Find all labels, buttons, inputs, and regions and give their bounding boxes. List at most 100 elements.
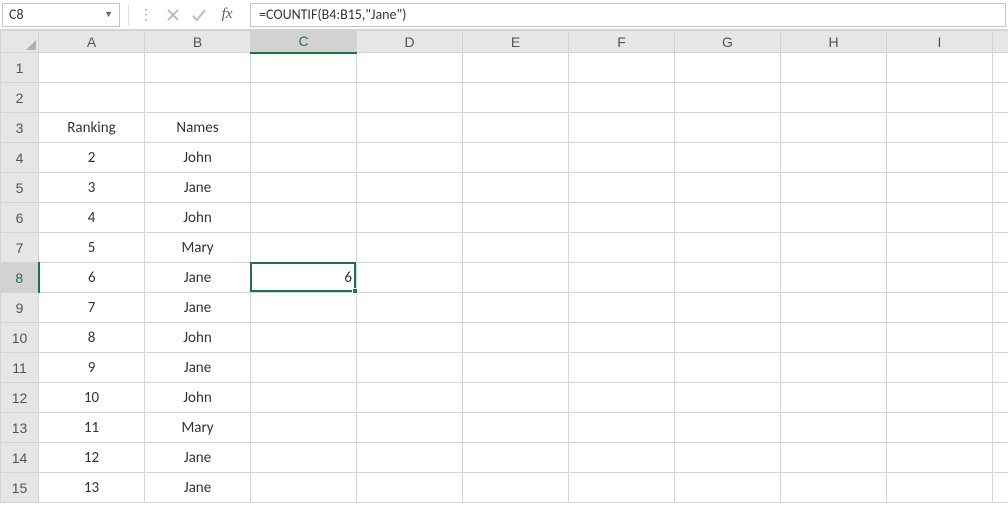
cell[interactable] <box>993 353 1008 383</box>
col-header-C[interactable]: C <box>251 31 357 53</box>
name-box[interactable]: C8 ▼ <box>2 3 120 27</box>
cell[interactable] <box>781 353 887 383</box>
cell[interactable] <box>569 473 675 503</box>
cancel-button[interactable] <box>160 3 186 27</box>
row-header[interactable]: 13 <box>1 413 39 443</box>
cell[interactable]: 2 <box>39 143 145 173</box>
cell[interactable]: 3 <box>39 173 145 203</box>
cell[interactable]: 7 <box>39 293 145 323</box>
cell[interactable] <box>675 473 781 503</box>
cell[interactable] <box>463 53 569 83</box>
cell[interactable] <box>675 413 781 443</box>
cell[interactable] <box>145 53 251 83</box>
cell[interactable] <box>781 413 887 443</box>
cell[interactable] <box>781 173 887 203</box>
cell[interactable] <box>781 143 887 173</box>
cell[interactable]: Mary <box>145 233 251 263</box>
cell[interactable] <box>675 203 781 233</box>
cell[interactable] <box>463 233 569 263</box>
cell[interactable]: Jane <box>145 173 251 203</box>
select-all-corner[interactable] <box>1 31 39 53</box>
cell[interactable] <box>251 353 357 383</box>
cell[interactable]: 12 <box>39 443 145 473</box>
insert-function-button[interactable]: fx <box>212 6 242 23</box>
cell[interactable] <box>357 53 463 83</box>
spreadsheet-grid[interactable]: A B C D E F G H I J 1 2 3RankingNames 42… <box>0 30 1008 503</box>
cell[interactable] <box>357 233 463 263</box>
cell[interactable] <box>251 293 357 323</box>
cell[interactable] <box>781 293 887 323</box>
col-header-B[interactable]: B <box>145 31 251 53</box>
row-header[interactable]: 9 <box>1 293 39 323</box>
cell[interactable]: Mary <box>145 413 251 443</box>
cell[interactable] <box>463 383 569 413</box>
cell[interactable] <box>781 473 887 503</box>
cell-C8[interactable]: 6 <box>251 263 357 293</box>
cell[interactable] <box>251 113 357 143</box>
cell[interactable]: John <box>145 143 251 173</box>
cell[interactable] <box>463 83 569 113</box>
row-header[interactable]: 12 <box>1 383 39 413</box>
cell[interactable] <box>569 413 675 443</box>
cell[interactable] <box>463 263 569 293</box>
cell[interactable] <box>887 113 993 143</box>
cell[interactable] <box>463 413 569 443</box>
enter-button[interactable] <box>186 3 212 27</box>
col-header-I[interactable]: I <box>887 31 993 53</box>
cell[interactable] <box>887 443 993 473</box>
cell[interactable] <box>569 143 675 173</box>
cell[interactable] <box>251 53 357 83</box>
cell[interactable] <box>675 83 781 113</box>
cell[interactable] <box>357 263 463 293</box>
cell[interactable] <box>569 173 675 203</box>
cell[interactable] <box>357 413 463 443</box>
drag-handle-icon[interactable]: ⋮ <box>133 6 160 23</box>
cell[interactable] <box>675 383 781 413</box>
cell[interactable]: John <box>145 383 251 413</box>
cell[interactable] <box>781 233 887 263</box>
cell[interactable] <box>39 53 145 83</box>
cell[interactable] <box>357 443 463 473</box>
cell[interactable]: 9 <box>39 353 145 383</box>
cell[interactable]: 10 <box>39 383 145 413</box>
cell[interactable] <box>357 203 463 233</box>
cell[interactable] <box>887 293 993 323</box>
cell[interactable] <box>251 143 357 173</box>
cell[interactable] <box>569 383 675 413</box>
col-header-H[interactable]: H <box>781 31 887 53</box>
cell[interactable] <box>675 53 781 83</box>
row-header[interactable]: 7 <box>1 233 39 263</box>
cell[interactable] <box>463 203 569 233</box>
cell[interactable] <box>993 413 1008 443</box>
cell[interactable] <box>887 263 993 293</box>
cell[interactable] <box>781 383 887 413</box>
cell[interactable] <box>463 473 569 503</box>
cell[interactable] <box>251 173 357 203</box>
cell[interactable] <box>251 473 357 503</box>
cell[interactable] <box>569 353 675 383</box>
cell[interactable]: John <box>145 323 251 353</box>
cell[interactable] <box>357 83 463 113</box>
cell[interactable] <box>251 203 357 233</box>
cell[interactable] <box>993 383 1008 413</box>
cell[interactable]: 13 <box>39 473 145 503</box>
cell[interactable] <box>357 323 463 353</box>
cell[interactable] <box>675 263 781 293</box>
cell[interactable] <box>781 53 887 83</box>
cell[interactable] <box>781 113 887 143</box>
cell[interactable]: Names <box>145 113 251 143</box>
cell[interactable] <box>251 383 357 413</box>
col-header-J[interactable]: J <box>993 31 1008 53</box>
cell[interactable] <box>993 53 1008 83</box>
cell[interactable] <box>463 173 569 203</box>
cell[interactable] <box>887 353 993 383</box>
cell[interactable] <box>993 173 1008 203</box>
cell[interactable] <box>781 263 887 293</box>
cell[interactable] <box>251 83 357 113</box>
cell[interactable] <box>887 413 993 443</box>
cell[interactable]: 6 <box>39 263 145 293</box>
cell[interactable] <box>357 113 463 143</box>
cell[interactable] <box>569 53 675 83</box>
cell[interactable] <box>887 53 993 83</box>
row-header[interactable]: 10 <box>1 323 39 353</box>
